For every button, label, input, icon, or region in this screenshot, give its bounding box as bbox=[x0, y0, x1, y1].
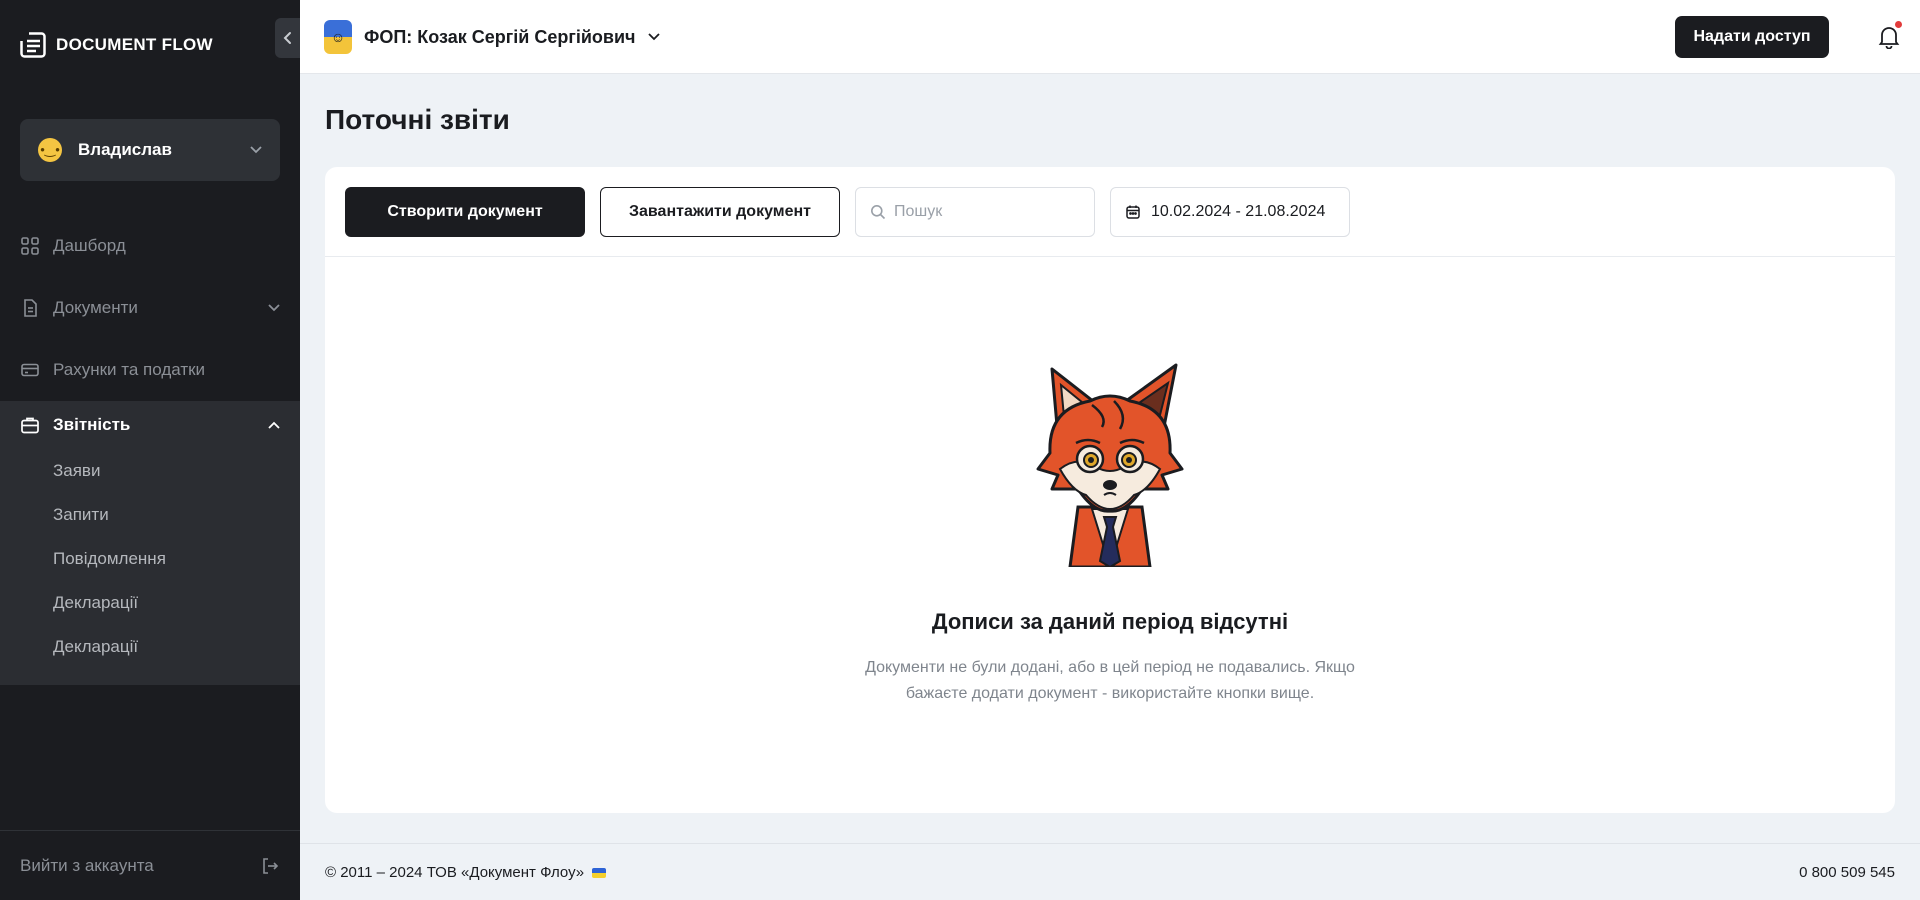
sidebar-item-label: Звітність bbox=[53, 415, 131, 434]
submenu-item-declarations-2[interactable]: Декларації bbox=[0, 625, 300, 669]
footer: © 2011 – 2024 ТОВ «Документ Флоу» 0 800 … bbox=[300, 843, 1920, 900]
search-input[interactable] bbox=[894, 203, 1074, 221]
user-emoji-avatar: •‿• bbox=[38, 138, 62, 162]
upload-document-button[interactable]: Завантажити документ bbox=[600, 187, 840, 237]
search-box bbox=[855, 187, 1095, 237]
user-name: Владислав bbox=[78, 140, 172, 159]
submenu-item-requests[interactable]: Запити bbox=[0, 493, 300, 537]
fox-mascot-illustration bbox=[1036, 363, 1184, 567]
copyright: © 2011 – 2024 ТОВ «Документ Флоу» bbox=[325, 864, 607, 881]
ukraine-flag-icon bbox=[592, 867, 607, 878]
date-range-picker[interactable]: 10.02.2024 - 21.08.2024 bbox=[1110, 187, 1350, 237]
date-range-value: 10.02.2024 - 21.08.2024 bbox=[1151, 203, 1326, 220]
briefcase-icon bbox=[20, 415, 40, 435]
sidebar-item-accounts-taxes[interactable]: Рахунки та податки bbox=[0, 339, 300, 401]
chevron-down-icon bbox=[647, 33, 660, 41]
sidebar: DOCUMENT FLOW •‿• Владислав Дашборд Доку… bbox=[0, 0, 300, 900]
credit-card-icon bbox=[20, 360, 40, 380]
empty-state-title: Дописи за даний період відсутні bbox=[931, 609, 1289, 634]
logout-label: Вийти з аккаунта bbox=[20, 855, 154, 875]
document-flow-logo-icon bbox=[20, 32, 46, 58]
logo-text: DOCUMENT FLOW bbox=[56, 35, 213, 54]
notifications-button[interactable] bbox=[1878, 21, 1902, 50]
chevron-down-icon bbox=[250, 146, 262, 154]
create-document-button[interactable]: Створити документ bbox=[345, 187, 585, 237]
page-title: Поточні звіти bbox=[325, 104, 510, 135]
sidebar-item-label: Рахунки та податки bbox=[53, 360, 206, 379]
grid-icon bbox=[20, 236, 40, 256]
empty-state-description: Документи не були додані, або в цей пері… bbox=[865, 659, 1355, 702]
sidebar-item-dashboard[interactable]: Дашборд bbox=[0, 215, 300, 277]
grant-access-button[interactable]: Надати доступ bbox=[1675, 16, 1829, 58]
organization-title: ФОП: Козак Сергій Сергійович bbox=[364, 26, 636, 47]
chevron-left-icon bbox=[283, 32, 291, 44]
calendar-icon bbox=[1126, 205, 1140, 219]
bell-icon bbox=[1878, 27, 1900, 50]
top-header: ☺ ФОП: Козак Сергій Сергійович Надати до… bbox=[300, 0, 1920, 74]
submenu-item-notifications[interactable]: Повідомлення bbox=[0, 537, 300, 581]
reports-card: Створити документ Завантажити документ 1… bbox=[325, 167, 1895, 813]
empty-state: Дописи за даний період відсутні Документ… bbox=[325, 357, 1895, 707]
toolbar: Створити документ Завантажити документ 1… bbox=[325, 167, 1895, 257]
user-selector[interactable]: •‿• Владислав bbox=[20, 119, 280, 181]
submenu-item-declarations[interactable]: Декларації bbox=[0, 581, 300, 625]
search-icon bbox=[871, 205, 886, 220]
sidebar-item-reporting[interactable]: Звітність bbox=[0, 401, 300, 449]
sidebar-item-label: Документи bbox=[53, 298, 138, 317]
submenu-item-applications[interactable]: Заяви bbox=[0, 449, 300, 493]
sidebar-item-documents[interactable]: Документи bbox=[0, 277, 300, 339]
logo[interactable]: DOCUMENT FLOW bbox=[20, 32, 213, 58]
notification-dot bbox=[1895, 21, 1902, 28]
logout-button[interactable]: Вийти з аккаунта bbox=[0, 830, 300, 900]
organization-selector[interactable]: ☺ ФОП: Козак Сергій Сергійович bbox=[324, 20, 660, 54]
chevron-up-icon bbox=[268, 421, 280, 429]
organization-avatar-icon: ☺ bbox=[324, 20, 352, 54]
logout-icon bbox=[263, 857, 279, 874]
chevron-down-icon bbox=[268, 304, 280, 312]
copyright-text: © 2011 – 2024 ТОВ «Документ Флоу» bbox=[325, 864, 585, 881]
reporting-submenu: Заяви Запити Повідомлення Декларації Дек… bbox=[0, 449, 300, 685]
sidebar-item-label: Дашборд bbox=[53, 236, 126, 255]
support-phone[interactable]: 0 800 509 545 bbox=[1799, 864, 1895, 881]
sidebar-collapse-button[interactable] bbox=[275, 18, 300, 58]
file-icon bbox=[20, 298, 40, 318]
